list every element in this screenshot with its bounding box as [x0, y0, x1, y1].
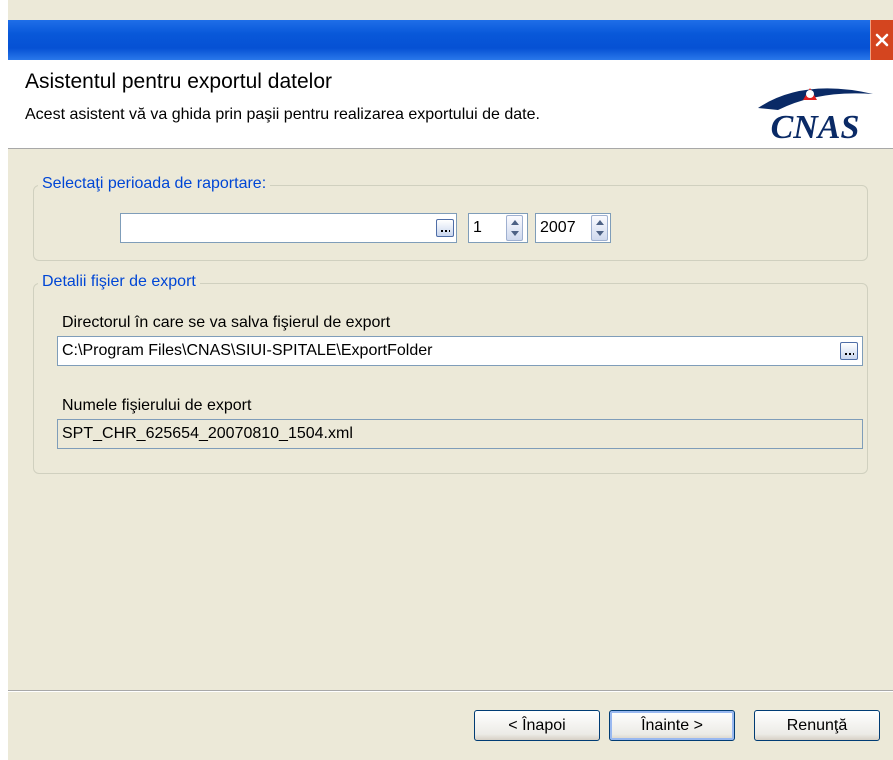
filename-label: Numele fişierului de export [62, 397, 252, 414]
wizard-header: Asistentul pentru exportul datelor Acest… [8, 60, 893, 149]
page-subtitle: Acest asistent vă va ghida prin paşii pe… [25, 106, 540, 123]
period-browse-button[interactable] [436, 219, 454, 237]
cancel-button[interactable]: Renunţă [754, 710, 880, 741]
export-group-title: Detalii fişier de export [38, 273, 200, 291]
directory-label: Directorul în care se va salva fişierul … [62, 314, 391, 331]
directory-input[interactable]: C:\Program Files\CNAS\SIUI-SPITALE\Expor… [57, 336, 863, 366]
month-spin-icon[interactable] [506, 215, 523, 241]
period-group-title: Selectaţi perioada de raportare: [38, 175, 271, 193]
next-button[interactable]: Înainte > [609, 710, 735, 741]
filename-field: SPT_CHR_625654_20070810_1504.xml [57, 419, 863, 449]
year-spin-icon[interactable] [591, 215, 608, 241]
logo-text: CNAS [771, 109, 860, 142]
close-icon [875, 33, 889, 47]
title-bar[interactable] [8, 20, 893, 60]
page-title: Asistentul pentru exportul datelor [25, 70, 333, 93]
cnas-logo: CNAS [758, 88, 873, 142]
footer-divider [8, 690, 893, 692]
wizard-window: Asistentul pentru exportul datelor Acest… [0, 0, 893, 760]
back-button[interactable]: < Înapoi [474, 710, 600, 741]
window-left-edge [0, 0, 8, 760]
period-input[interactable] [120, 213, 457, 243]
directory-browse-button[interactable] [840, 342, 858, 360]
close-button[interactable] [870, 20, 893, 60]
